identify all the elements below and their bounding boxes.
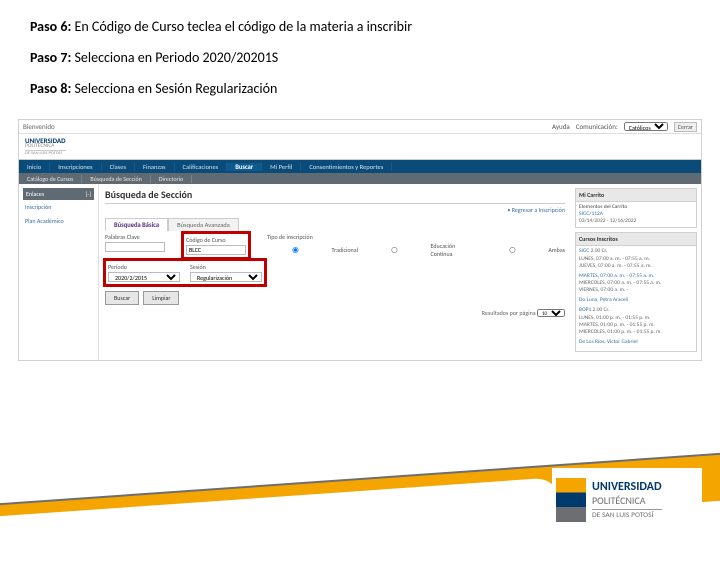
course-link[interactable]: SIGC <box>579 248 589 254</box>
logo-mark-icon <box>556 478 586 522</box>
contact-label: Comunicación: <box>576 122 618 131</box>
period-select[interactable]: 2020/2/2015 <box>108 272 180 282</box>
course-item: De Los Ríos, Victor Gabriel <box>579 339 693 346</box>
search-button[interactable]: Buscar <box>105 291 139 305</box>
step-8: Paso 8: Selecciona en Sesión Regularizac… <box>30 80 690 97</box>
header-logo-row: UNIVERSIDAD POLITÉCNICA DE SAN LUIS POTO… <box>19 134 701 160</box>
step-7: Paso 7: Selecciona en Periodo 2020/20201… <box>30 49 690 66</box>
footer-logo: UNIVERSIDAD POLITÉCNICA DE SAN LUIS POTO… <box>552 468 702 532</box>
nav-mi-perfil[interactable]: Mi Perfil <box>262 163 301 171</box>
cart-card: Mi Carrito Elementos del Carrito SIGC/11… <box>575 188 697 228</box>
course-item: SIGC 2.00 Cr.LUNES, 07:00 a. m. - 07:55 … <box>579 248 693 269</box>
cart-item-link[interactable]: SIGC/112A <box>579 211 603 217</box>
sidebar-header: Enlaces[-] <box>23 188 94 200</box>
app-screenshot: Bienvenido Ayuda Comunicación: Católicos… <box>18 119 702 361</box>
course-link[interactable]: De Los Ríos, Victor Gabriel <box>579 339 638 345</box>
right-column: Mi Carrito Elementos del Carrito SIGC/11… <box>571 184 701 360</box>
collapse-icon[interactable]: [-] <box>85 190 91 198</box>
highlight-period-session: Período 2020/2/2015 Sesión Regularizació… <box>103 258 267 287</box>
nav-buscar[interactable]: Buscar <box>227 163 262 171</box>
radio-educacion[interactable] <box>377 247 411 253</box>
subnav-item[interactable]: Catálogo de Cursos <box>19 175 82 183</box>
main-navbar: InicioInscripcionesClasesFinanzasCalific… <box>19 160 701 173</box>
nav-inscripciones[interactable]: Inscripciones <box>50 163 101 171</box>
nav-consentimientos-y-reportes[interactable]: Consentimientos y Reportes <box>301 163 392 171</box>
subnav-item[interactable]: Directorio <box>151 175 192 183</box>
logout-button[interactable]: Cerrar <box>674 122 697 132</box>
course-code-input[interactable] <box>186 245 246 255</box>
highlight-course-code: Código de Curso <box>181 231 251 260</box>
course-link[interactable]: BOP1 <box>579 307 591 313</box>
session-select[interactable]: Regularización <box>190 272 262 282</box>
results-select[interactable]: 10 <box>537 309 565 317</box>
step-6: Paso 6: En Código de Curso teclea el cód… <box>30 18 690 35</box>
nav-inicio[interactable]: Inicio <box>19 163 50 171</box>
enroll-type-radios: Tradicional Educación Continua Ambas <box>267 242 565 258</box>
course-link[interactable]: Do Luna, Petra Araceli <box>579 297 628 303</box>
courses-card: Cursos Inscritos SIGC 2.00 Cr.LUNES, 07:… <box>575 232 697 352</box>
course-item: BOP1 2.00 Cr.LUNES, 01:00 p. m. - 01:55 … <box>579 307 693 336</box>
back-link[interactable]: • Regresar a Inscripción <box>105 206 565 214</box>
keywords-input[interactable] <box>105 242 165 252</box>
nav-clases[interactable]: Clases <box>102 163 135 171</box>
nav-finanzas[interactable]: Finanzas <box>135 163 175 171</box>
sidebar-link[interactable]: Plan Académico <box>23 214 94 228</box>
course-item: Do Luna, Petra Araceli <box>579 297 693 304</box>
page-title: Búsqueda de Sección <box>105 188 565 204</box>
radio-ambas[interactable] <box>495 247 529 253</box>
university-logo: UNIVERSIDAD POLITÉCNICA DE SAN LUIS POTO… <box>25 137 66 157</box>
search-tabs: Búsqueda BásicaBúsqueda Avanzada <box>105 218 565 231</box>
keywords-field: Palabras Clave <box>105 233 165 258</box>
sidebar: Enlaces[-] InscripciónPlan Académico <box>19 184 99 360</box>
tab[interactable]: Búsqueda Básica <box>105 218 168 231</box>
subnav-item[interactable]: Búsqueda de Sección <box>82 175 150 183</box>
tab[interactable]: Búsqueda Avanzada <box>168 218 239 231</box>
sub-navbar: Catálogo de CursosBúsqueda de SecciónDir… <box>19 173 701 184</box>
course-link[interactable]: MARTES, 07:00 a. m. - 07:55 a. m. <box>579 273 654 279</box>
main-panel: Búsqueda de Sección • Regresar a Inscrip… <box>99 184 571 360</box>
sidebar-link[interactable]: Inscripción <box>23 200 94 214</box>
help-link[interactable]: Ayuda <box>552 122 570 131</box>
contact-select[interactable]: Católicos <box>624 122 668 131</box>
topbar: Bienvenido Ayuda Comunicación: Católicos… <box>19 120 701 134</box>
results-per-page: Resultados por página 10 <box>105 309 565 317</box>
radio-tradicional[interactable] <box>278 247 312 253</box>
clear-button[interactable]: Limpiar <box>143 291 179 305</box>
welcome-text: Bienvenido <box>23 122 552 131</box>
nav-calificaciones[interactable]: Calificaciones <box>175 163 228 171</box>
course-item: MARTES, 07:00 a. m. - 07:55 a. m.MIERCOL… <box>579 273 693 294</box>
instruction-block: Paso 6: En Código de Curso teclea el cód… <box>0 0 720 119</box>
